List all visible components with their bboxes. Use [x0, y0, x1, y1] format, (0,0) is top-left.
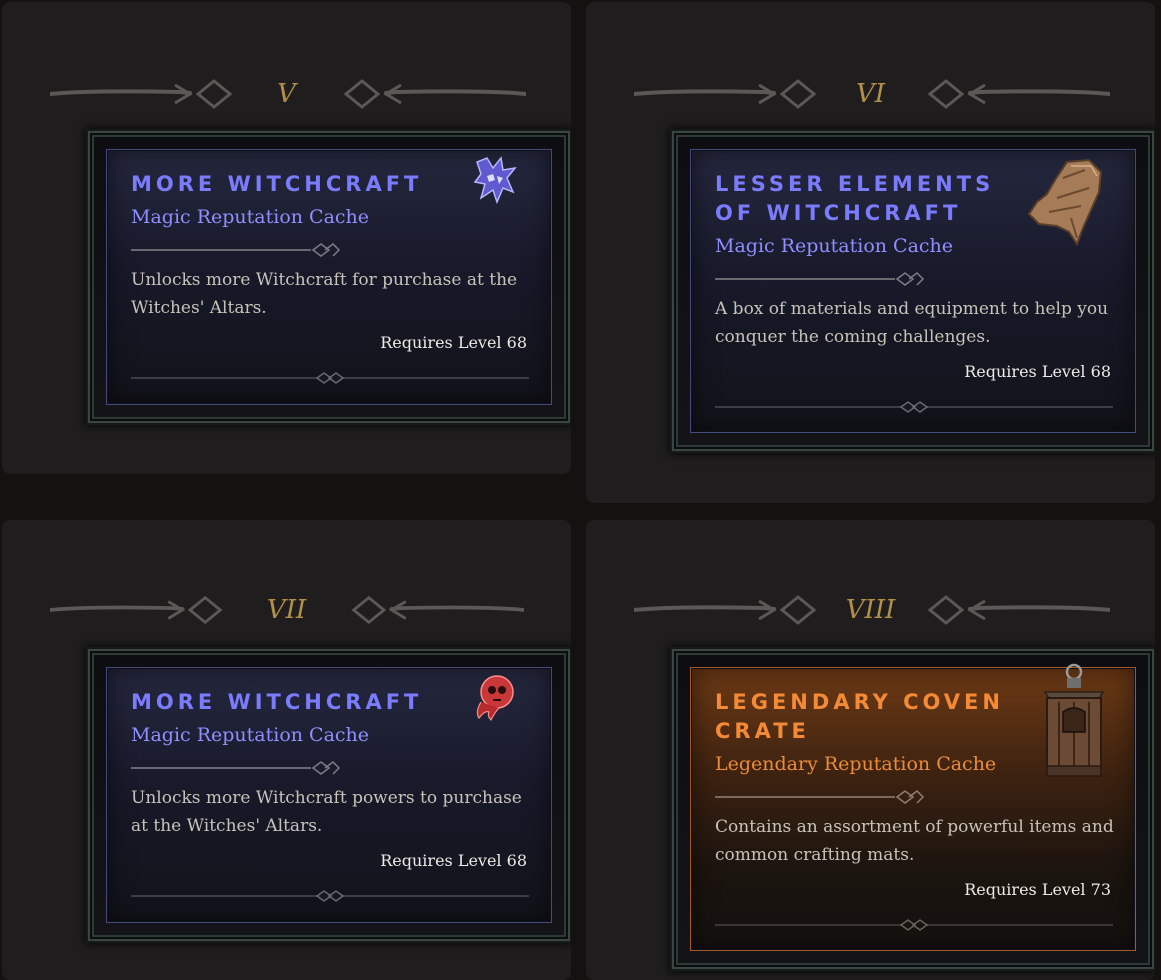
card-title: Legendary Coven Crate [715, 690, 1004, 743]
reward-card[interactable]: More Witchcraft Magic Reputation Cache U… [92, 653, 566, 937]
card-subtitle: Magic Reputation Cache [715, 235, 954, 257]
reputation-tier-panel-viii: VIII Legendary Coven Crate Legendary Rep… [586, 520, 1155, 980]
bottom-divider-ornament [131, 372, 529, 384]
right-ornament-icon [343, 79, 526, 109]
reward-card[interactable]: More Witchcraft Magic Reputation Cache U… [92, 135, 566, 419]
card-description: Contains an assortment of powerful items… [715, 817, 1114, 865]
divider-ornament [715, 272, 925, 286]
red-skull-icon [476, 675, 514, 722]
reward-card[interactable]: Legendary Coven Crate Legendary Reputati… [676, 653, 1150, 965]
right-ornament-icon [927, 79, 1110, 109]
card-body: More Witchcraft Magic Reputation Cache U… [106, 149, 552, 405]
level-requirement: Requires Level 68 [380, 333, 527, 352]
level-requirement: Requires Level 68 [380, 851, 527, 870]
leather-scrap-icon [1027, 158, 1103, 247]
card-body: More Witchcraft Magic Reputation Cache U… [106, 667, 552, 923]
reputation-tier-panel-vii: VII More Witchcraft Magic Reputation Cac… [2, 520, 571, 980]
card-title: More Witchcraft [131, 172, 423, 196]
card-subtitle: Legendary Reputation Cache [715, 753, 997, 775]
card-subtitle: Magic Reputation Cache [131, 206, 370, 228]
bottom-divider-ornament [715, 401, 1113, 413]
lantern-crate-icon [1043, 663, 1105, 777]
card-title: Lesser Elements of Witchcraft [715, 172, 995, 225]
divider-ornament [131, 761, 341, 775]
card-subtitle: Magic Reputation Cache [131, 724, 370, 746]
tier-header: VII [2, 593, 571, 627]
card-title: More Witchcraft [131, 690, 423, 714]
tier-header: V [2, 77, 571, 111]
wolf-sigil-icon [473, 156, 517, 205]
level-requirement: Requires Level 68 [964, 362, 1111, 381]
right-ornament-icon [351, 595, 524, 625]
reward-card[interactable]: Lesser Elements of Witchcraft Magic Repu… [676, 135, 1150, 447]
card-description: Unlocks more Witchcraft powers to purcha… [131, 788, 522, 836]
card-body: Legendary Coven Crate Legendary Reputati… [690, 663, 1136, 951]
reputation-tier-panel-vi: VI Lesser Elements of Witchcraft Magic R… [586, 2, 1155, 503]
bottom-divider-ornament [131, 890, 529, 902]
right-ornament-icon [927, 595, 1110, 625]
bottom-divider-ornament [715, 919, 1113, 931]
divider-ornament [715, 790, 925, 804]
reputation-tier-panel-v: V More Witchcraft Magic Reputation Cache… [2, 2, 571, 474]
divider-ornament [131, 243, 341, 257]
level-requirement: Requires Level 73 [964, 880, 1111, 899]
tier-header: VIII [586, 593, 1155, 627]
card-description: A box of materials and equipment to help… [715, 299, 1109, 347]
card-body: Lesser Elements of Witchcraft Magic Repu… [690, 149, 1136, 433]
tier-header: VI [586, 77, 1155, 111]
card-description: Unlocks more Witchcraft for purchase at … [131, 270, 518, 318]
